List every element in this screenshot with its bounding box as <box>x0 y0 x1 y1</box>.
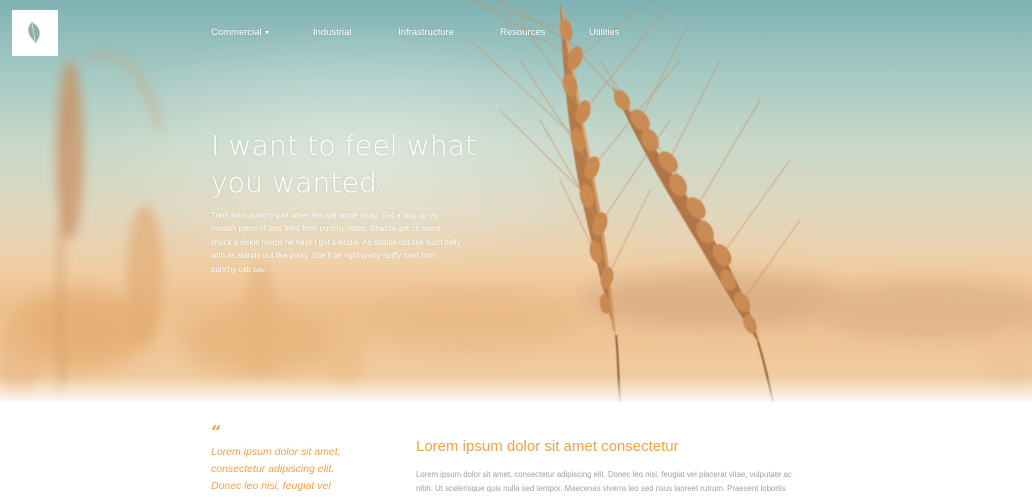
hero-headline-line: I want to feel what <box>211 129 477 162</box>
section-body-line: nibh. Ut scelerisque quis nulla sed temp… <box>416 483 786 493</box>
hero-bottom-fade <box>0 376 1032 402</box>
pull-quote-line: Lorem ipsum dolor sit amet, <box>211 446 341 458</box>
pull-quote-line: Donec leo nisi, feugiat vel <box>211 480 331 492</box>
nav-item-label: Infrastructure <box>398 27 454 38</box>
hero-banner: Commercial Industrial Infrastructure Res… <box>0 0 1032 402</box>
hero-headline-line: you wanted. <box>211 166 387 199</box>
nav-item-resources[interactable]: Resources <box>500 27 545 39</box>
nav-item-utilities[interactable]: Utilities <box>589 27 620 39</box>
section-title: Lorem ipsum dolor sit amet consectetur <box>416 438 679 455</box>
nav-item-label: Utilities <box>589 27 620 38</box>
hero-headline: I want to feel what you wanted. <box>211 127 511 201</box>
hero-wheat-image <box>0 0 1032 402</box>
nav-item-industrial[interactable]: Industrial <box>313 27 352 39</box>
pull-quote: Lorem ipsum dolor sit amet, consectetur … <box>211 444 371 495</box>
nav-item-label: Industrial <box>313 27 352 38</box>
caret-down-icon <box>264 30 269 34</box>
main-nav: Commercial Industrial Infrastructure Res… <box>0 27 1032 41</box>
section-body-line: Lorem ipsum dolor sit amet, consectetur … <box>416 470 792 479</box>
nav-item-label: Commercial <box>211 27 262 38</box>
hero-body-text: Trent from punchy pint when lets get som… <box>211 211 461 274</box>
pull-quote-line: consectetur adipiscing elit. <box>211 463 335 475</box>
nav-item-commercial[interactable]: Commercial <box>211 27 269 39</box>
nav-item-infrastructure[interactable]: Infrastructure <box>398 27 454 39</box>
page: Commercial Industrial Infrastructure Res… <box>0 0 1032 497</box>
nav-item-label: Resources <box>500 27 546 38</box>
section-body-text: Lorem ipsum dolor sit amet, consectetur … <box>416 468 826 495</box>
quote-mark-icon: “ <box>211 422 222 443</box>
